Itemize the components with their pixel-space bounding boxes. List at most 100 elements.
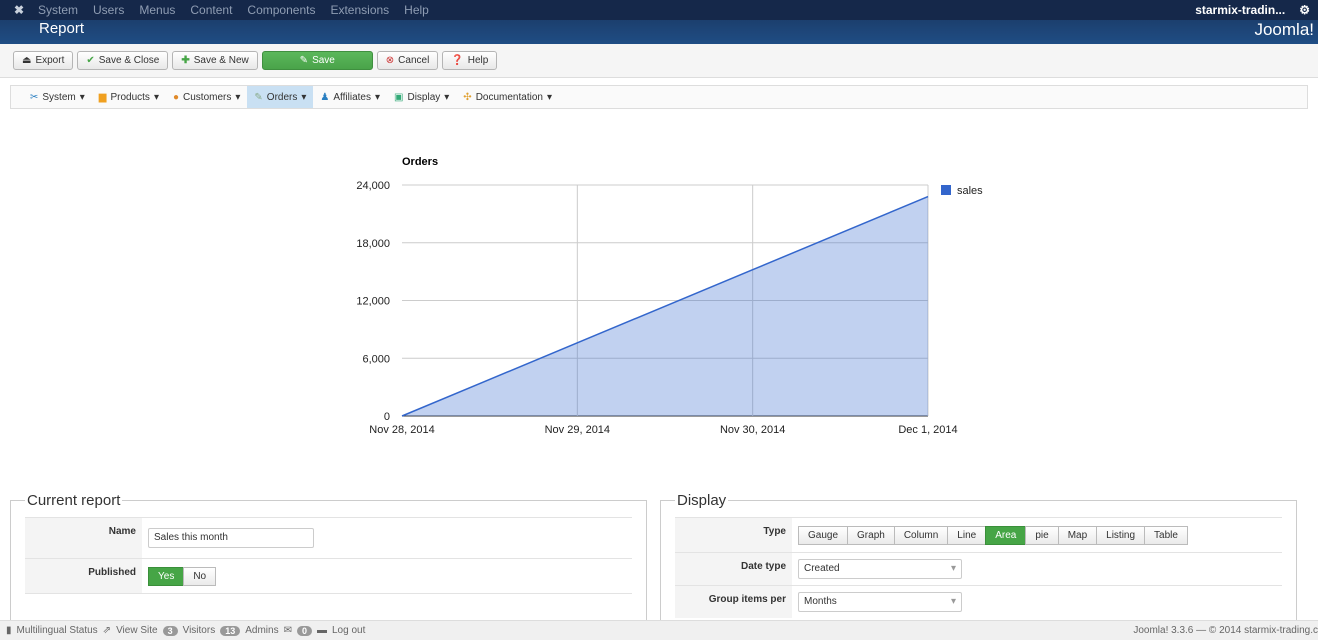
menu-components[interactable]: Components (247, 3, 315, 17)
save-label: Save (312, 55, 335, 66)
status-bar: ▮ Multilingual Status ⇗ View Site 3 Visitor… (0, 620, 1318, 640)
page-title: Report (39, 20, 85, 37)
submenu-affiliates[interactable]: ♟ Affiliates ▾ (313, 86, 387, 108)
type-option-map[interactable]: Map (1057, 525, 1098, 545)
site-link[interactable]: starmix-tradin... (1195, 3, 1285, 17)
multilingual-status[interactable]: Multilingual Status (17, 625, 98, 636)
save-new-label: Save & New (193, 55, 249, 66)
envelope-icon: ✉ (283, 625, 292, 636)
legend-swatch (941, 185, 951, 195)
display-icon: ▣ (394, 91, 404, 103)
submenu-customers[interactable]: ● Customers ▾ (166, 86, 247, 108)
gear-icon[interactable]: ⚙ (1299, 3, 1310, 17)
display-legend: Display (677, 492, 727, 509)
products-icon: ▆ (98, 91, 107, 103)
date-type-label: Date type (675, 553, 792, 585)
submenu-documentation[interactable]: ✣ Documentation ▾ (456, 86, 559, 108)
menu-content[interactable]: Content (190, 3, 232, 17)
export-button[interactable]: ⏏ Export (13, 51, 74, 70)
top-nav: ✖ System Users Menus Content Components … (0, 0, 1318, 20)
toolbar: ⏏ Export ✔ Save & Close ✚ Save & New ✎ Save … (0, 44, 1318, 78)
y-tick-label: 18,000 (356, 238, 390, 250)
tools-icon: ✂ (30, 91, 39, 103)
current-report-fieldset: Current report Name Sales this month Pub… (10, 492, 647, 632)
name-input[interactable]: Sales this month (148, 528, 314, 548)
joomla-logo: Joomla! (1254, 20, 1314, 39)
check-icon: ✔ (86, 55, 95, 66)
type-option-pie[interactable]: pie (1025, 525, 1059, 545)
type-option-graph[interactable]: Graph (847, 525, 895, 545)
type-option-line[interactable]: Line (947, 525, 987, 545)
menu-extensions[interactable]: Extensions (330, 3, 389, 17)
plus-icon: ✚ (181, 55, 190, 66)
save-close-label: Save & Close (98, 55, 160, 66)
version-text: Joomla! 3.3.6 — © 2014 starmix-trading.c (1133, 625, 1318, 636)
x-tick-label: Nov 29, 2014 (545, 424, 610, 436)
submenu-system[interactable]: ✂ System ▾ (23, 86, 92, 108)
type-option-table[interactable]: Table (1144, 525, 1188, 545)
joomla-icon[interactable]: ✖ (0, 3, 38, 17)
chart-title: Orders (402, 156, 438, 168)
submenu-label: System (42, 91, 76, 103)
type-selector: Gauge Graph Column Line Area pie Map Listing Tab… (792, 525, 1188, 545)
published-yes[interactable]: Yes (148, 566, 185, 586)
view-site-link[interactable]: View Site (116, 625, 158, 636)
y-tick-label: 0 (384, 411, 390, 423)
visitors-label: Visitors (182, 625, 216, 636)
submenu-label: Orders (266, 91, 298, 103)
legend-label: sales (957, 185, 983, 197)
submenu-label: Display (407, 91, 441, 103)
submenu-label: Affiliates (333, 91, 371, 103)
export-label: Export (35, 55, 65, 66)
submenu-label: Documentation (475, 91, 543, 103)
date-type-select[interactable]: Created ▾ (798, 559, 962, 579)
current-report-legend: Current report (27, 492, 121, 509)
x-tick-label: Nov 28, 2014 (369, 424, 434, 436)
customers-icon: ● (172, 91, 180, 103)
logout-link[interactable]: Log out (332, 625, 365, 636)
documentation-icon: ✣ (463, 91, 472, 103)
admins-badge: 13 (220, 625, 241, 636)
group-select[interactable]: Months ▾ (798, 592, 962, 612)
save-new-button[interactable]: ✚ Save & New (172, 51, 258, 70)
submenu-orders[interactable]: ✎ Orders ▾ (247, 86, 314, 108)
menu-system[interactable]: System (38, 3, 78, 17)
admins-label: Admins (245, 625, 279, 636)
published-no[interactable]: No (183, 566, 217, 586)
minus-icon: ▬ (316, 625, 327, 636)
external-link-icon: ⇗ (102, 625, 112, 636)
comment-icon: ▮ (6, 625, 12, 636)
export-icon: ⏏ (22, 55, 32, 66)
y-tick-label: 6,000 (362, 353, 390, 365)
help-button[interactable]: ❓ Help (442, 51, 498, 70)
visitors-badge: 3 (162, 625, 178, 636)
menu-menus[interactable]: Menus (139, 3, 175, 17)
affiliates-icon: ♟ (320, 91, 330, 103)
x-tick-label: Nov 30, 2014 (720, 424, 785, 436)
group-label: Group items per (675, 586, 792, 618)
submenu-label: Products (110, 91, 150, 103)
published-label: Published (25, 559, 142, 593)
save-close-button[interactable]: ✔ Save & Close (77, 51, 169, 70)
menu-help[interactable]: Help (404, 3, 429, 17)
messages-badge[interactable]: 0 (296, 625, 312, 636)
cancel-button[interactable]: ⊗ Cancel (376, 51, 439, 70)
menu-users[interactable]: Users (93, 3, 124, 17)
group-value: Months (804, 596, 837, 607)
type-option-column[interactable]: Column (893, 525, 949, 545)
submenu-products[interactable]: ▆ Products ▾ (92, 86, 166, 108)
name-label: Name (25, 518, 142, 558)
save-button[interactable]: ✎ Save (261, 51, 373, 70)
submenu-display[interactable]: ▣ Display ▾ (387, 86, 456, 108)
type-option-gauge[interactable]: Gauge (798, 525, 849, 545)
submenu-label: Customers (183, 91, 232, 103)
title-bar: Report Joomla! (0, 20, 1318, 44)
display-fieldset: Display Type Gauge Graph Column Line Area pie… (660, 492, 1297, 632)
help-icon: ❓ (451, 55, 464, 66)
help-label: Help (467, 55, 489, 66)
y-tick-label: 24,000 (356, 180, 390, 192)
type-option-area[interactable]: Area (985, 525, 1027, 545)
y-tick-label: 12,000 (356, 296, 390, 308)
date-type-value: Created (804, 563, 840, 574)
type-option-listing[interactable]: Listing (1096, 525, 1146, 545)
